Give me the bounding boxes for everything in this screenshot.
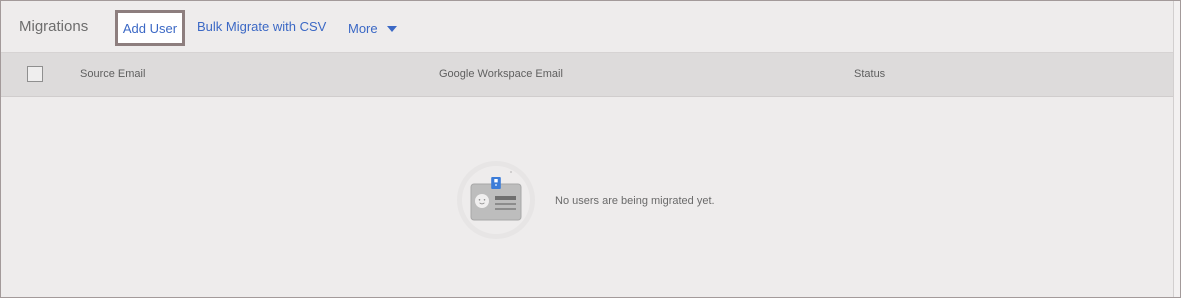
select-all-checkbox[interactable] <box>27 66 43 82</box>
user-id-card-icon <box>457 161 535 239</box>
more-menu-button[interactable]: More <box>348 21 397 36</box>
column-header-status[interactable]: Status <box>854 68 885 80</box>
chevron-down-icon <box>386 26 397 32</box>
page-title: Migrations <box>19 18 89 35</box>
migrations-toolbar: Migrations Add User Bulk Migrate with CS… <box>1 1 1173 53</box>
bulk-migrate-csv-button[interactable]: Bulk Migrate with CSV <box>197 19 326 34</box>
add-user-button[interactable]: Add User <box>115 10 185 46</box>
migrations-panel: Migrations Add User Bulk Migrate with CS… <box>0 0 1181 298</box>
vertical-scrollbar[interactable] <box>1173 1 1180 297</box>
more-label: More <box>348 21 378 36</box>
column-header-source-email[interactable]: Source Email <box>80 68 145 80</box>
column-header-google-workspace-email[interactable]: Google Workspace Email <box>439 68 563 80</box>
table-header: Source Email Google Workspace Email Stat… <box>1 53 1173 97</box>
empty-state-message: No users are being migrated yet. <box>555 195 715 207</box>
